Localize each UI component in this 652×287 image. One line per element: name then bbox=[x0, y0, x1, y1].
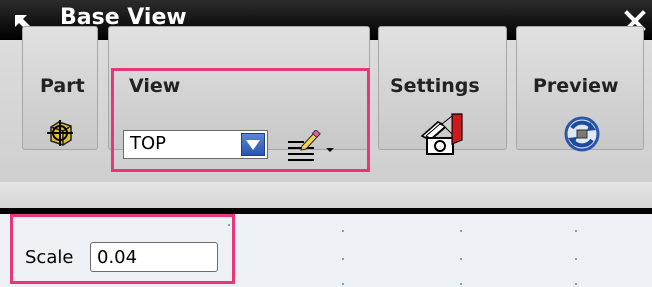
toolbar-divider bbox=[0, 182, 652, 210]
scale-label: Scale bbox=[25, 247, 74, 268]
dropdown-button[interactable] bbox=[241, 133, 265, 156]
edit-style-icon[interactable] bbox=[286, 130, 336, 162]
grid-dot bbox=[575, 230, 577, 232]
grid-dot bbox=[575, 283, 577, 285]
grid-dot bbox=[342, 283, 344, 285]
preview-refresh-icon[interactable] bbox=[562, 114, 602, 154]
grid-dot bbox=[575, 258, 577, 260]
grid-dot bbox=[460, 230, 462, 232]
view-orientation-value: TOP bbox=[130, 133, 167, 154]
grid-dot bbox=[228, 224, 230, 226]
settings-label: Settings bbox=[390, 75, 480, 97]
preview-label: Preview bbox=[533, 75, 619, 97]
part-label: Part bbox=[40, 75, 85, 97]
grid-dot bbox=[342, 230, 344, 232]
view-label: View bbox=[129, 75, 181, 97]
part-select-icon[interactable] bbox=[45, 118, 75, 148]
settings-icon[interactable] bbox=[420, 112, 464, 158]
grid-dot bbox=[460, 283, 462, 285]
grid-dot bbox=[342, 258, 344, 260]
dropdown-arrow-icon bbox=[246, 140, 260, 150]
scale-input[interactable] bbox=[90, 242, 218, 272]
view-orientation-select[interactable]: TOP bbox=[123, 130, 268, 159]
grid-dot bbox=[460, 258, 462, 260]
